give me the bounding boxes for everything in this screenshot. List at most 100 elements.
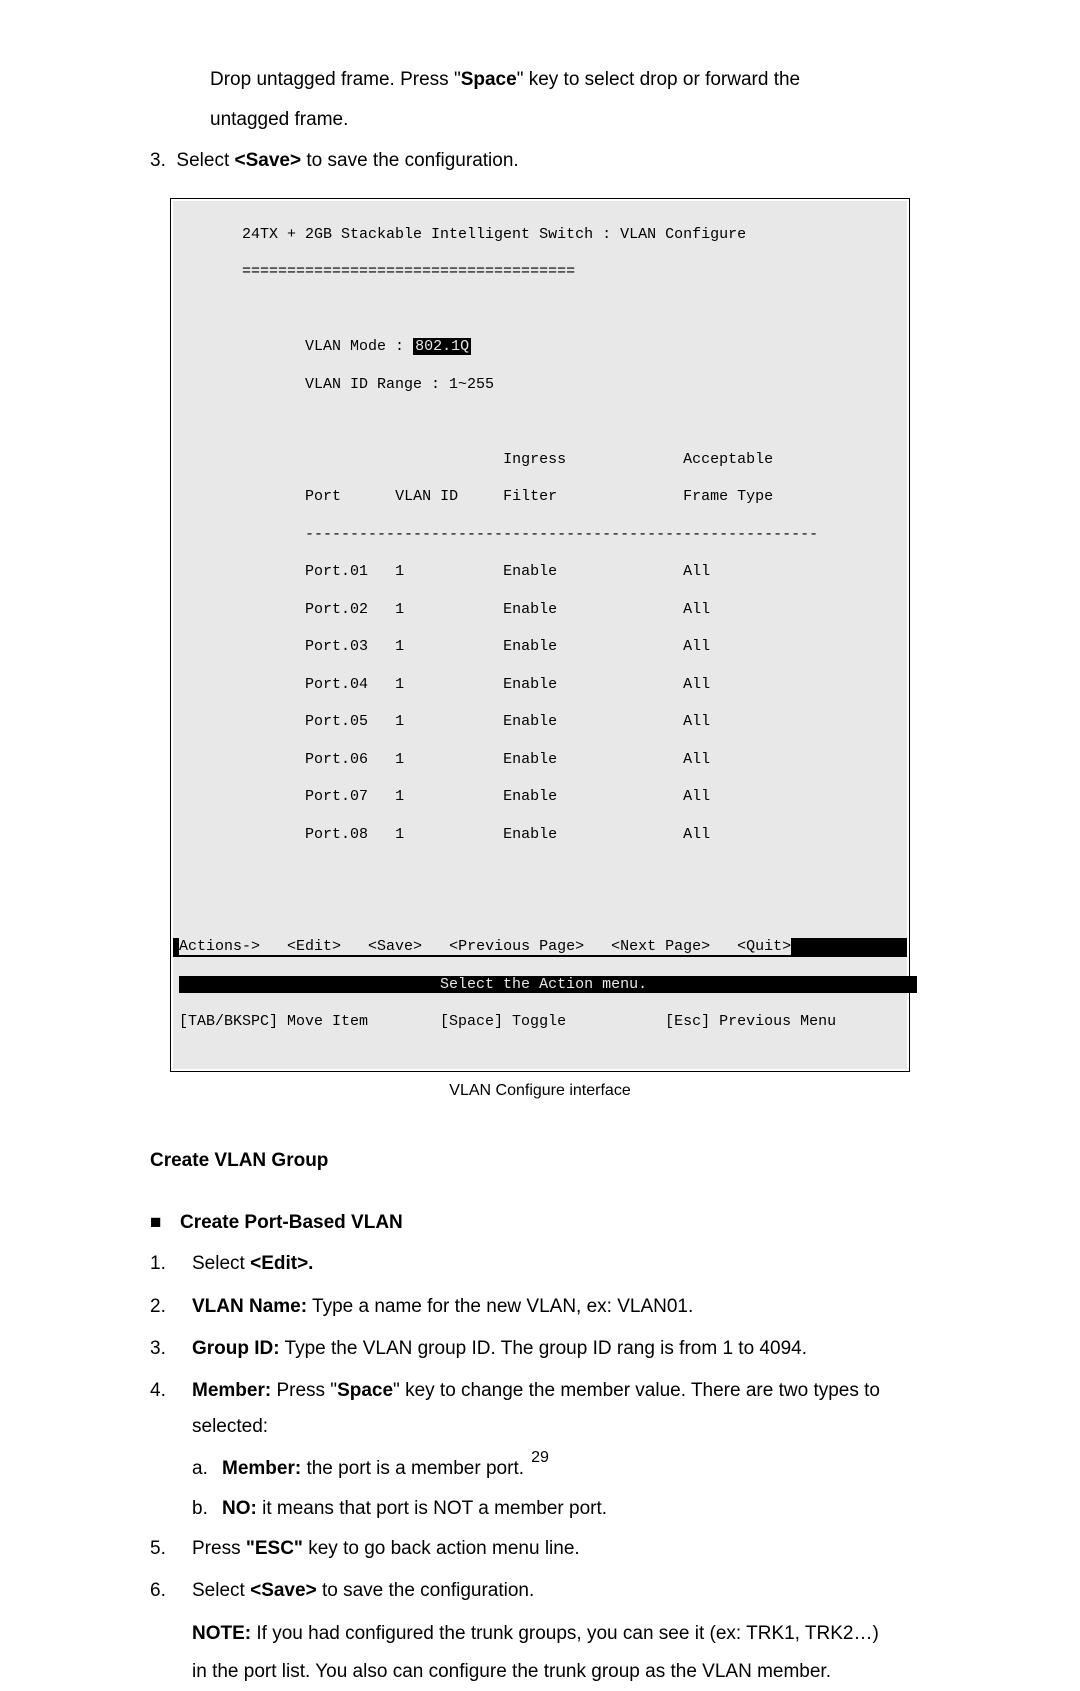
select-menu: Select the Action menu. — [440, 976, 647, 993]
action-next: <Next Page> — [584, 938, 737, 955]
row-filter: Enable — [503, 713, 557, 730]
item5-pre: Press — [192, 1538, 246, 1559]
row-vid: 1 — [395, 713, 404, 730]
item4-num: 4. — [150, 1373, 192, 1445]
row-filter: Enable — [503, 676, 557, 693]
note-line2: in the port list. You also can configure… — [192, 1661, 831, 1682]
item3-num: 3. — [150, 1331, 192, 1367]
footer-left: [TAB/BKSPC] Move Item — [179, 1013, 368, 1030]
bullet-title: Create Port-Based VLAN — [180, 1212, 403, 1233]
row-type: All — [683, 676, 710, 693]
row-port: Port.02 — [305, 601, 368, 618]
terminal-title: 24TX + 2GB Stackable Intelligent Switch … — [242, 226, 746, 243]
row-filter: Enable — [503, 601, 557, 618]
item4-bold2: Space — [337, 1380, 393, 1401]
row-port: Port.07 — [305, 788, 368, 805]
item6-pre: Select — [192, 1580, 250, 1601]
row-type: All — [683, 713, 710, 730]
bullet-header: ■Create Port-Based VLAN — [150, 1212, 950, 1234]
row-type: All — [683, 601, 710, 618]
item5-num: 5. — [150, 1531, 192, 1567]
vlan-mode-value: 802.1Q — [413, 338, 471, 355]
list-item-6: 6. Select <Save> to save the configurati… — [150, 1573, 950, 1609]
list-item-5: 5. Press "ESC" key to go back action men… — [150, 1531, 950, 1567]
footer-right: [Esc] Previous Menu — [665, 1013, 836, 1030]
hdr-ingress1: Ingress — [503, 451, 566, 468]
step-3: 3. Select <Save> to save the configurati… — [150, 144, 950, 178]
item2-num: 2. — [150, 1289, 192, 1325]
intro-line1-pre: Drop untagged frame. Press " — [210, 69, 461, 90]
row-port: Port.05 — [305, 713, 368, 730]
row-vid: 1 — [395, 788, 404, 805]
note-bold: NOTE: — [192, 1623, 251, 1644]
action-quit: <Quit> — [737, 938, 791, 955]
list-item-3: 3. Group ID: Type the VLAN group ID. The… — [150, 1331, 950, 1367]
item1-bold: <Edit>. — [250, 1253, 313, 1274]
row-port: Port.01 — [305, 563, 368, 580]
sub-b-bold: NO: — [222, 1498, 257, 1519]
list-item-2: 2. VLAN Name: Type a name for the new VL… — [150, 1289, 950, 1325]
row-filter: Enable — [503, 788, 557, 805]
hdr-ingress2: Filter — [503, 488, 557, 505]
sub-b-post: it means that port is NOT a member port. — [257, 1498, 607, 1519]
row-filter: Enable — [503, 751, 557, 768]
item5-post: key to go back action menu line. — [303, 1538, 580, 1559]
item1-num: 1. — [150, 1246, 192, 1282]
row-type: All — [683, 638, 710, 655]
terminal-screenshot: 24TX + 2GB Stackable Intelligent Switch … — [170, 198, 910, 1073]
row-vid: 1 — [395, 638, 404, 655]
item3-bold: Group ID: — [192, 1338, 280, 1359]
item4-line2: selected: — [192, 1416, 268, 1437]
step3-num: 3. — [150, 150, 166, 171]
row-vid: 1 — [395, 676, 404, 693]
step3-bold: <Save> — [235, 150, 302, 171]
item4-bold: Member: — [192, 1380, 271, 1401]
note-line1: If you had configured the trunk groups, … — [251, 1623, 879, 1644]
terminal-content: 24TX + 2GB Stackable Intelligent Switch … — [173, 201, 907, 1070]
figure-caption: VLAN Configure interface — [130, 1082, 950, 1100]
hdr-accept2: Frame Type — [683, 488, 773, 505]
hdr-port: Port — [305, 488, 341, 505]
row-port: Port.06 — [305, 751, 368, 768]
row-vid: 1 — [395, 601, 404, 618]
action-prev: <Previous Page> — [449, 938, 584, 955]
row-type: All — [683, 563, 710, 580]
select-menu-pre — [179, 976, 440, 993]
step3-post: to save the configuration. — [301, 150, 519, 171]
page-number: 29 — [0, 1449, 1080, 1467]
row-port: Port.04 — [305, 676, 368, 693]
item6-post: to save the configuration. — [317, 1580, 535, 1601]
terminal-divider: ===================================== — [242, 263, 575, 280]
hline: ----------------------------------------… — [305, 526, 818, 543]
intro-line1-post: " key to select drop or forward the — [517, 69, 800, 90]
item2-post: Type a name for the new VLAN, ex: VLAN01… — [307, 1296, 693, 1317]
sub-b-letter: b. — [192, 1491, 222, 1527]
item6-bold: <Save> — [250, 1580, 317, 1601]
row-filter: Enable — [503, 563, 557, 580]
item3-post: Type the VLAN group ID. The group ID ran… — [280, 1338, 807, 1359]
item2-bold: VLAN Name: — [192, 1296, 307, 1317]
row-type: All — [683, 751, 710, 768]
hdr-accept1: Acceptable — [683, 451, 773, 468]
intro-paragraph: Drop untagged frame. Press "Space" key t… — [210, 60, 950, 140]
row-port: Port.08 — [305, 826, 368, 843]
vlan-mode-label: VLAN Mode : — [305, 338, 413, 355]
step3-pre: Select — [176, 150, 234, 171]
item1-pre: Select — [192, 1253, 250, 1274]
action-edit: <Edit> — [287, 938, 341, 955]
item4-mid1: Press " — [271, 1380, 337, 1401]
row-port: Port.03 — [305, 638, 368, 655]
action-save: <Save> — [341, 938, 449, 955]
sub-item-b: b.NO: it means that port is NOT a member… — [192, 1491, 950, 1527]
row-type: All — [683, 788, 710, 805]
item5-bold: "ESC" — [246, 1538, 303, 1559]
vlan-id-range: VLAN ID Range : 1~255 — [305, 376, 494, 393]
item4-mid2: " key to change the member value. There … — [393, 1380, 880, 1401]
intro-line1-bold: Space — [461, 69, 517, 90]
row-vid: 1 — [395, 563, 404, 580]
bullet-square-icon: ■ — [150, 1212, 180, 1234]
note-block: NOTE: If you had configured the trunk gr… — [192, 1615, 950, 1691]
row-filter: Enable — [503, 826, 557, 843]
row-type: All — [683, 826, 710, 843]
hdr-vlanid: VLAN ID — [395, 488, 458, 505]
